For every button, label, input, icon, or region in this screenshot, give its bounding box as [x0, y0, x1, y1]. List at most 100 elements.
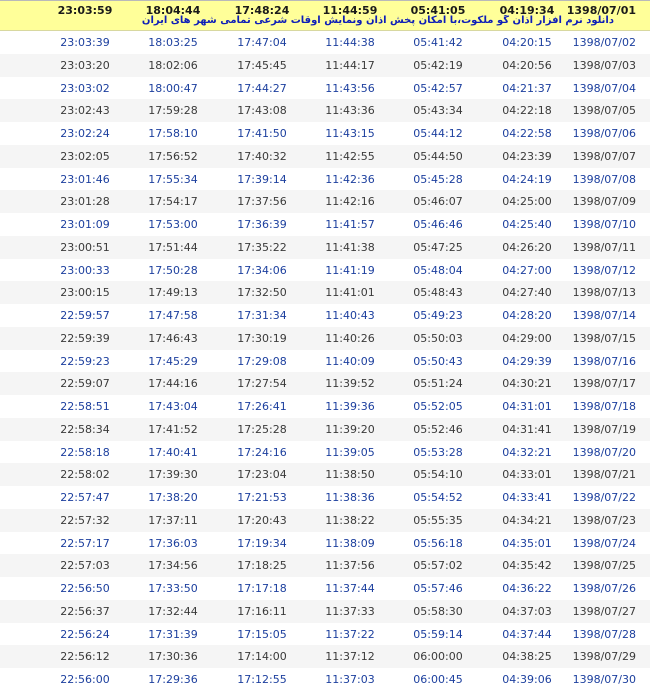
time-cell: 17:54:17 [148, 195, 198, 209]
time-cell: 17:34:56 [148, 559, 198, 573]
time-cell: 23:00:15 [60, 286, 110, 300]
time-cell: 11:39:52 [325, 377, 375, 391]
time-cell: 22:58:51 [60, 400, 110, 413]
time-cell: 17:45:29 [148, 354, 198, 368]
time-cell: 22:56:24 [60, 627, 110, 641]
time-cell: 22:56:50 [60, 582, 110, 595]
time-cell: 17:21:53 [237, 491, 287, 504]
time-cell: 22:58:02 [60, 468, 110, 482]
table-row[interactable]: 23:01:09 17:53:00 17:36:39 11:41:57 05:46:46… [0, 213, 650, 236]
prayer-times-table: 23:03:39 18:03:25 17:47:04 11:44:38 05:41:42… [0, 31, 650, 691]
time-cell: 11:37:12 [325, 650, 375, 664]
time-cell: 17:39:30 [148, 468, 198, 482]
time-cell: 17:55:34 [148, 172, 198, 186]
time-cell: 11:37:22 [325, 627, 375, 641]
date-cell: 1398/07/09 [572, 195, 636, 209]
table-row[interactable]: 22:59:23 17:45:29 17:29:08 11:40:09 05:50:43… [0, 350, 650, 373]
table-row[interactable]: 23:02:24 17:58:10 17:41:50 11:43:15 05:44:12… [0, 122, 650, 145]
table-row[interactable]: 22:57:17 17:36:03 17:19:34 11:38:09 05:56:18… [0, 532, 650, 555]
time-cell: 11:37:44 [325, 582, 375, 595]
time-cell: 05:47:25 [413, 240, 463, 254]
time-cell: 05:44:12 [413, 127, 463, 140]
table-row: 22:59:39 17:46:43 17:30:19 11:40:26 05:50:03… [0, 326, 650, 350]
time-cell: 18:00:47 [148, 81, 198, 95]
table-row[interactable]: 23:03:02 18:00:47 17:44:27 11:43:56 05:42:57… [0, 77, 650, 100]
time-cell: 05:46:07 [413, 195, 463, 209]
time-cell: 17:20:43 [237, 513, 287, 527]
time-cell: 17:37:56 [237, 195, 287, 209]
time-cell: 05:59:14 [413, 627, 463, 641]
time-cell: 17:50:28 [148, 263, 198, 277]
table-row: 22:58:34 17:41:52 17:25:28 11:39:20 05:52:46… [0, 417, 650, 441]
time-cell: 17:32:50 [237, 286, 287, 300]
date-cell: 1398/07/12 [572, 263, 636, 277]
time-cell: 17:12:55 [237, 673, 287, 686]
time-cell: 17:40:32 [237, 149, 287, 163]
time-cell: 11:37:03 [325, 673, 375, 686]
table-row: 22:56:37 17:32:44 17:16:11 11:37:33 05:58:30… [0, 599, 650, 623]
time-cell: 17:31:39 [148, 627, 198, 641]
table-row[interactable]: 22:58:51 17:43:04 17:26:41 11:39:36 05:52:05… [0, 395, 650, 418]
table-row[interactable]: 23:00:33 17:50:28 17:34:06 11:41:19 05:48:04… [0, 259, 650, 282]
table-row[interactable]: 22:57:47 17:38:20 17:21:53 11:38:36 05:54:52… [0, 486, 650, 509]
time-cell: 11:37:33 [325, 604, 375, 618]
date-cell: 1398/07/18 [572, 400, 636, 413]
time-cell: 17:19:34 [237, 536, 287, 550]
time-cell: 17:36:39 [237, 218, 287, 231]
table-row: 22:58:02 17:39:30 17:23:04 11:38:50 05:54:10… [0, 463, 650, 486]
time-cell: 05:52:05 [413, 400, 463, 413]
time-cell: 22:57:47 [60, 491, 110, 504]
time-cell: 17:59:28 [148, 104, 198, 118]
table-row[interactable]: 22:58:18 17:40:41 17:24:16 11:39:05 05:53:28… [0, 441, 650, 464]
table-row: 23:03:20 18:02:06 17:45:45 11:44:17 05:42:19… [0, 53, 650, 77]
time-cell: 18:03:25 [148, 36, 198, 49]
download-app-link[interactable]: دانلود نرم افزار اذان گو ملکوت،با امکان … [14, 15, 614, 30]
time-cell: 05:48:04 [413, 263, 463, 277]
table-row[interactable]: 22:56:00 17:29:36 17:12:55 11:37:03 06:00:45… [0, 668, 650, 691]
date-cell: 1398/07/07 [572, 149, 636, 163]
time-cell: 17:15:05 [237, 627, 287, 641]
time-cell: 05:44:50 [413, 149, 463, 163]
time-cell: 17:29:36 [148, 673, 198, 686]
date-cell: 1398/07/10 [572, 218, 636, 231]
time-cell: 11:43:36 [325, 104, 375, 118]
table-row[interactable]: 23:03:39 18:03:25 17:47:04 11:44:38 05:41:42… [0, 31, 650, 54]
table-row: 23:02:43 17:59:28 17:43:08 11:43:36 05:43:34… [0, 99, 650, 122]
table-row[interactable]: 22:56:50 17:33:50 17:17:18 11:37:44 05:57:46… [0, 577, 650, 600]
time-cell: 11:38:09 [325, 536, 375, 550]
date-cell: 1398/07/04 [572, 81, 636, 95]
time-cell: 22:59:57 [60, 309, 110, 322]
prayer-times-page: 23:03:59 18:04:44 17:48:24 11:44:59 05:4… [0, 0, 650, 700]
table-row: 23:01:28 17:54:17 17:37:56 11:42:16 05:46:07… [0, 190, 650, 213]
time-cell: 17:14:00 [237, 650, 287, 664]
date-cell: 1398/07/28 [572, 627, 636, 641]
time-cell: 17:40:41 [148, 445, 198, 459]
time-cell: 11:40:43 [325, 309, 375, 322]
time-cell: 05:54:52 [413, 491, 463, 504]
date-cell: 1398/07/03 [572, 58, 636, 72]
time-cell: 17:43:08 [237, 104, 287, 118]
time-cell: 17:56:52 [148, 149, 198, 163]
time-cell: 17:26:41 [237, 400, 287, 413]
date-cell: 1398/07/19 [572, 422, 636, 436]
date-cell: 1398/07/08 [572, 172, 636, 186]
time-cell: 11:40:09 [325, 354, 375, 368]
date-cell: 1398/07/13 [572, 286, 636, 300]
time-cell: 06:00:00 [413, 650, 463, 664]
time-cell: 23:02:05 [60, 149, 110, 163]
table-row[interactable]: 23:01:46 17:55:34 17:39:14 11:42:36 05:45:28… [0, 168, 650, 191]
table-row[interactable]: 22:59:57 17:47:58 17:31:34 11:40:43 05:49:23… [0, 304, 650, 327]
time-cell: 23:00:33 [60, 263, 110, 277]
time-cell: 11:42:55 [325, 149, 375, 163]
date-cell: 1398/07/06 [572, 127, 636, 140]
time-cell: 05:54:10 [413, 468, 463, 482]
time-cell: 22:56:12 [60, 650, 110, 664]
time-cell: 17:41:50 [237, 127, 287, 140]
time-cell: 17:58:10 [148, 127, 198, 140]
date-cell: 1398/07/26 [572, 582, 636, 595]
time-cell: 11:42:16 [325, 195, 375, 209]
table-row[interactable]: 22:56:24 17:31:39 17:15:05 11:37:22 05:59:14… [0, 623, 650, 646]
time-cell: 17:44:27 [237, 81, 287, 95]
time-cell: 11:44:38 [325, 36, 375, 49]
time-cell: 11:40:26 [325, 331, 375, 345]
